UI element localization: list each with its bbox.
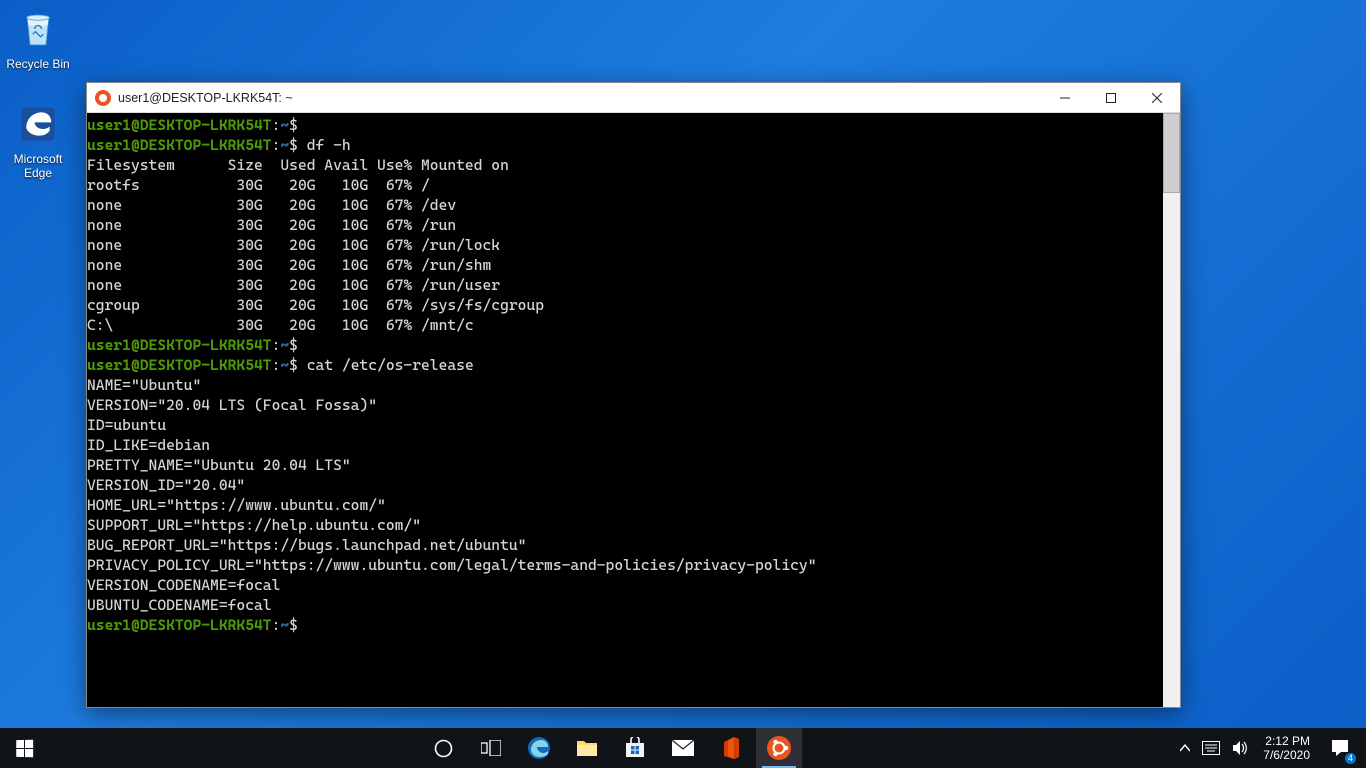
close-button[interactable] xyxy=(1134,83,1180,112)
desktop-icon-label: Recycle Bin xyxy=(0,57,76,71)
taskbar-app-office[interactable] xyxy=(708,728,754,768)
edge-icon xyxy=(14,100,62,148)
windows-logo-icon xyxy=(16,739,33,756)
ubuntu-icon xyxy=(766,735,792,761)
maximize-button[interactable] xyxy=(1088,83,1134,112)
taskbar-cortana-button[interactable] xyxy=(420,728,466,768)
notification-badge: 4 xyxy=(1345,753,1356,764)
taskbar: 2:12 PM 7/6/2020 4 xyxy=(0,728,1366,768)
desktop[interactable]: Recycle Bin Microsoft Edge user1@DESKTOP… xyxy=(0,0,1366,728)
clock-time: 2:12 PM xyxy=(1263,734,1310,748)
taskbar-app-ubuntu[interactable] xyxy=(756,728,802,768)
store-icon xyxy=(624,737,646,759)
taskbar-task-view-button[interactable] xyxy=(468,728,514,768)
recycle-bin-icon xyxy=(14,5,62,53)
folder-icon xyxy=(576,738,598,758)
start-button[interactable] xyxy=(0,728,48,768)
window-titlebar[interactable]: user1@DESKTOP-LKRK54T: ~ xyxy=(87,83,1180,113)
action-center-button[interactable]: 4 xyxy=(1318,728,1362,768)
terminal-window[interactable]: user1@DESKTOP-LKRK54T: ~ user1@DESKTOP-L… xyxy=(86,82,1181,708)
mail-icon xyxy=(671,739,695,757)
tray-input-indicator[interactable] xyxy=(1196,728,1226,768)
speaker-icon xyxy=(1232,740,1249,756)
ubuntu-icon xyxy=(95,90,111,106)
clock-date: 7/6/2020 xyxy=(1263,748,1310,762)
terminal-output[interactable]: user1@DESKTOP-LKRK54T:~$ user1@DESKTOP-L… xyxy=(87,113,1163,707)
chevron-up-icon xyxy=(1180,744,1190,752)
taskbar-clock[interactable]: 2:12 PM 7/6/2020 xyxy=(1255,734,1318,762)
taskbar-app-mail[interactable] xyxy=(660,728,706,768)
desktop-icon-label: Microsoft Edge xyxy=(0,152,76,180)
circle-icon xyxy=(434,739,453,758)
task-view-icon xyxy=(481,740,501,756)
tray-show-hidden-icons[interactable] xyxy=(1174,728,1196,768)
desktop-icon-microsoft-edge[interactable]: Microsoft Edge xyxy=(0,100,76,180)
taskbar-app-edge[interactable] xyxy=(516,728,562,768)
scrollbar[interactable] xyxy=(1163,113,1180,707)
taskbar-app-microsoft-store[interactable] xyxy=(612,728,658,768)
scrollbar-thumb[interactable] xyxy=(1163,113,1180,193)
taskbar-app-file-explorer[interactable] xyxy=(564,728,610,768)
window-title: user1@DESKTOP-LKRK54T: ~ xyxy=(118,91,1042,105)
keyboard-icon xyxy=(1202,741,1220,755)
tray-volume[interactable] xyxy=(1226,728,1255,768)
minimize-button[interactable] xyxy=(1042,83,1088,112)
office-icon xyxy=(721,736,741,760)
desktop-icon-recycle-bin[interactable]: Recycle Bin xyxy=(0,5,76,71)
edge-icon xyxy=(527,736,551,760)
